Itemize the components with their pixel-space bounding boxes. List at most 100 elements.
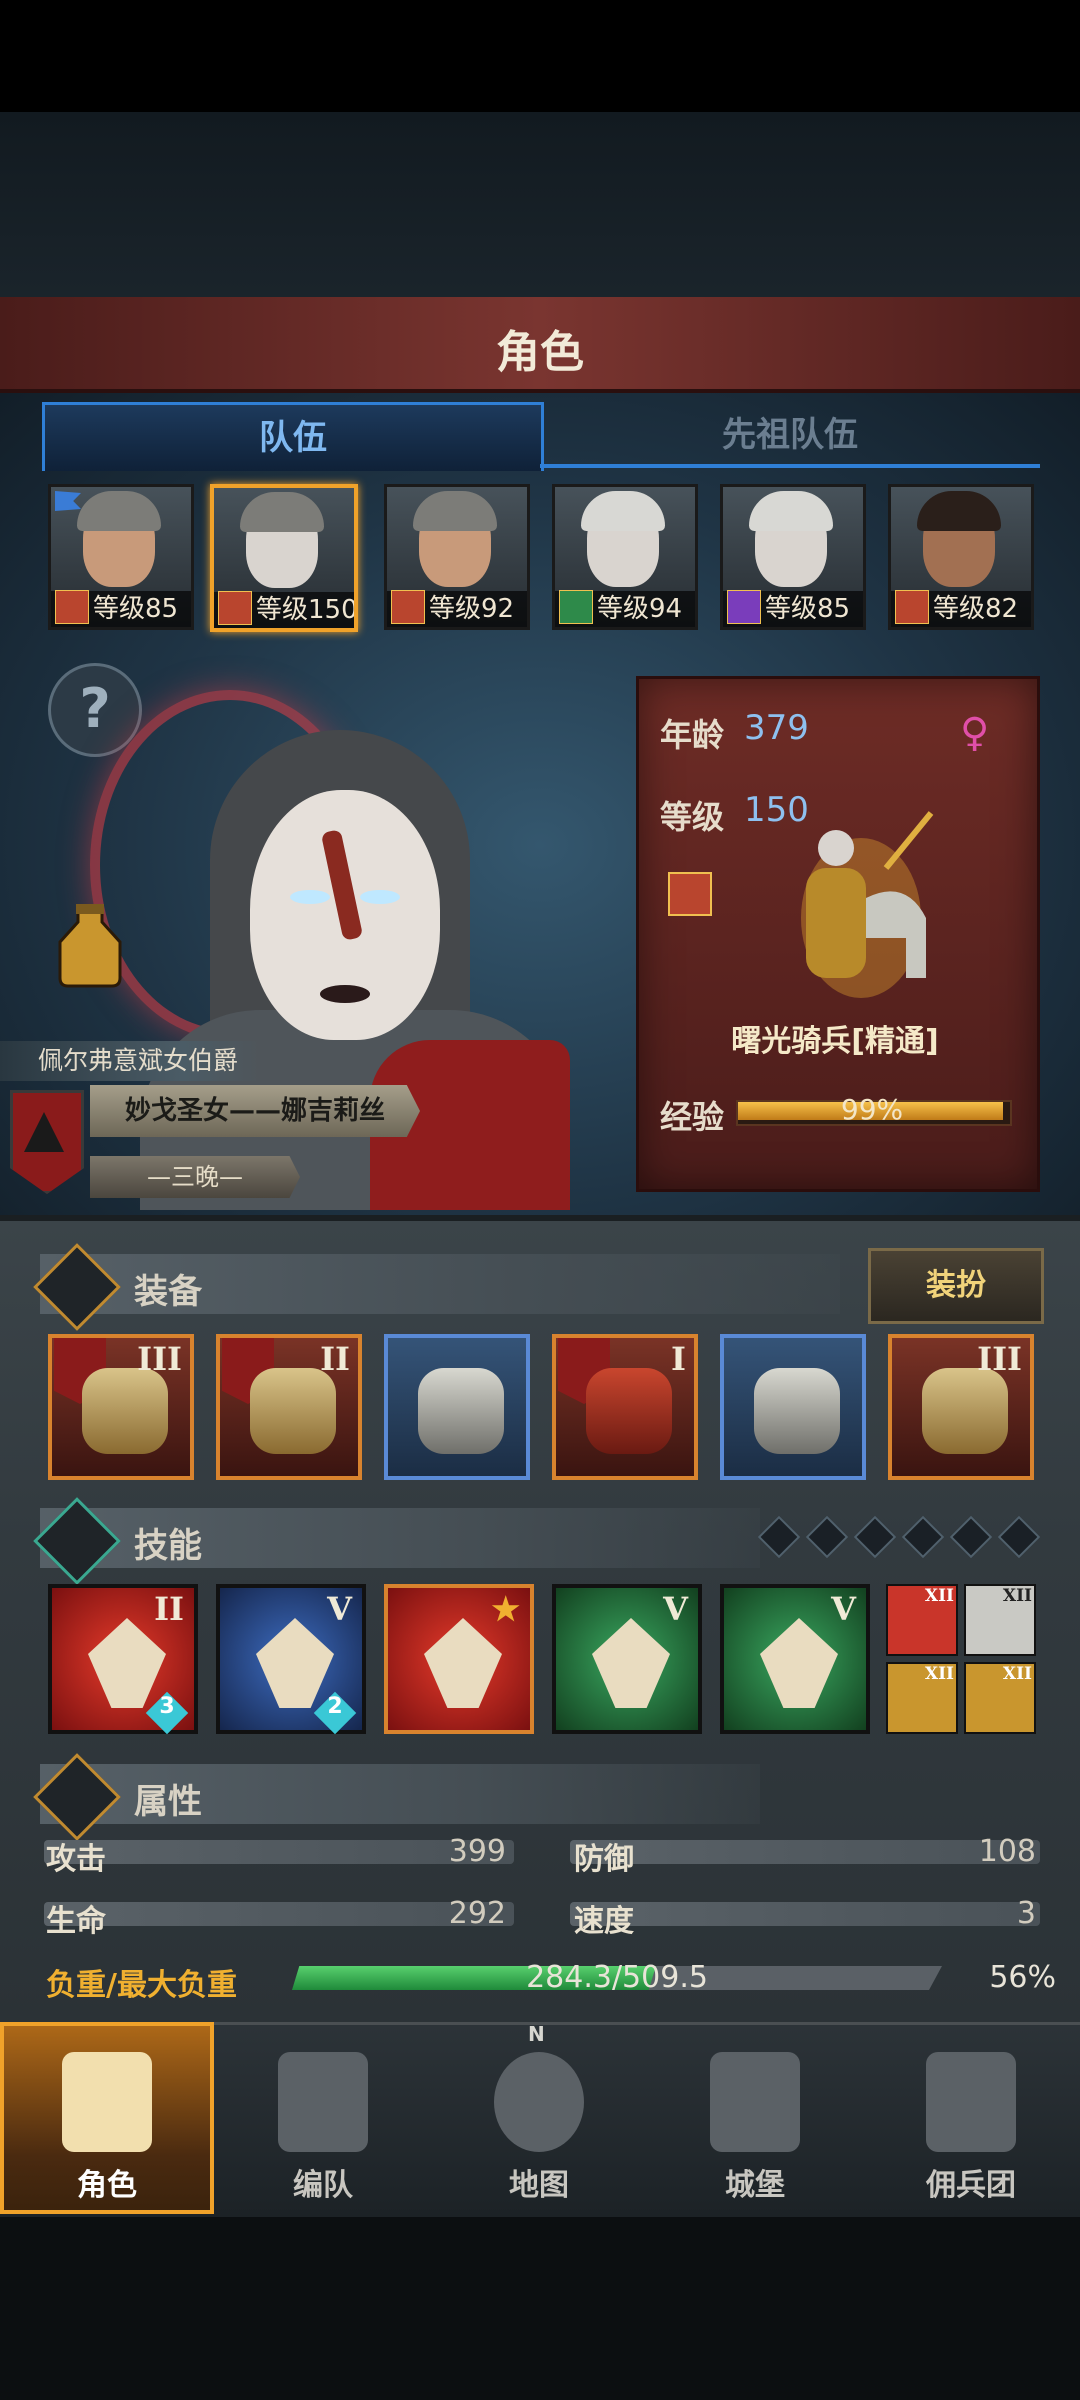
level-text: 等级92	[429, 594, 515, 624]
passive-rank: XII	[1002, 1664, 1032, 1684]
tab-team[interactable]: 队伍	[42, 402, 544, 471]
equip-slot-armor[interactable]: I	[552, 1334, 698, 1480]
knight-icon	[62, 2052, 152, 2152]
rider-skill-icon	[424, 1618, 502, 1708]
weapon-icon	[82, 1368, 168, 1454]
level-label: 等级85	[51, 590, 191, 627]
crystal-burst-skill-icon	[592, 1618, 670, 1708]
skill-slot-4[interactable]: V	[552, 1584, 702, 1734]
level-text: 等级150	[256, 595, 358, 625]
passive-shield-skill[interactable]: XII	[964, 1584, 1036, 1656]
load-value: 284.3/509.5	[526, 1960, 708, 1995]
hp-value: 292	[448, 1896, 506, 1931]
skill-slot-2[interactable]: V2	[216, 1584, 366, 1735]
skill-slot-3[interactable]: ★	[384, 1584, 534, 1734]
skill-slot-1[interactable]: II 3	[48, 1584, 198, 1735]
level-text: 等级82	[933, 594, 1019, 624]
level-label: 等级150	[214, 591, 354, 628]
compass-north-label: N	[528, 2022, 545, 2046]
age-value: 379	[744, 708, 809, 748]
load-label: 负重/最大负重	[46, 1968, 237, 2003]
class-horse-icon	[668, 872, 712, 916]
defense-label: 防御	[574, 1842, 634, 1877]
class-name: 曙光骑兵[精通]	[731, 1024, 939, 1059]
passive-armor-skill[interactable]: XII	[886, 1662, 958, 1734]
class-horse-icon	[391, 590, 425, 624]
hero-title: 佩尔弗意斌女伯爵	[0, 1041, 260, 1081]
portrait-hair	[240, 492, 324, 532]
nav-mercenary[interactable]: 佣兵团	[864, 2022, 1078, 2214]
skill-rank: II	[154, 1590, 184, 1628]
nav-label: 佣兵团	[926, 2168, 1016, 2203]
speed-value: 3	[1016, 1896, 1036, 1931]
defense-value: 108	[978, 1834, 1036, 1869]
tab-ancestor-team[interactable]: 先祖队伍	[540, 402, 1040, 468]
attributes-title: 属性	[134, 1782, 202, 1822]
age-label: 年龄	[660, 716, 725, 754]
slot-rank: III	[137, 1340, 182, 1378]
helmet-icon	[418, 1368, 504, 1454]
female-icon: ♀	[960, 710, 990, 756]
exp-percent: 99%	[840, 1093, 904, 1126]
hp-label: 生命	[46, 1904, 106, 1939]
party-member-1[interactable]: 等级85	[48, 484, 194, 630]
dress-up-button[interactable]: 装扮	[868, 1248, 1044, 1324]
skill-rank: V	[327, 1590, 352, 1628]
skill-rank: V	[663, 1590, 688, 1628]
gem-count: 2	[327, 1694, 343, 1719]
portrait-hair	[749, 491, 833, 531]
equip-slot-helmet[interactable]	[384, 1334, 530, 1480]
nav-label: 编队	[293, 2168, 353, 2203]
class-horse-icon	[55, 590, 89, 624]
help-button[interactable]: ?	[48, 663, 142, 757]
slot-rank: III	[977, 1340, 1022, 1378]
nav-map[interactable]: 地图	[432, 2022, 646, 2214]
nav-castle[interactable]: 城堡	[648, 2022, 862, 2214]
portrait-hair	[413, 491, 497, 531]
equipment-title: 装备	[134, 1272, 202, 1312]
hero-eye-left	[290, 890, 330, 904]
class-staff-icon	[727, 590, 761, 624]
party-member-4[interactable]: 等级94	[552, 484, 698, 630]
passive-rank: XII	[1002, 1586, 1032, 1606]
gem-count: 3	[159, 1694, 175, 1719]
nav-formation[interactable]: 编队	[216, 2022, 430, 2214]
page-title: 角色	[496, 327, 584, 378]
equip-slot-horn[interactable]: III	[888, 1334, 1034, 1480]
class-horse-icon	[218, 591, 252, 625]
skill-rank: V	[831, 1590, 856, 1628]
party-member-6[interactable]: 等级82	[888, 484, 1034, 630]
party-member-5[interactable]: 等级85	[720, 484, 866, 630]
nav-label: 地图	[509, 2168, 569, 2203]
party-member-2[interactable]: 等级150	[210, 484, 358, 632]
equip-slot-boots[interactable]	[720, 1334, 866, 1480]
slot-rank: I	[671, 1340, 686, 1378]
compass-icon	[494, 2052, 584, 2152]
hero-subtitle: —三晚—	[90, 1156, 300, 1198]
equip-slot-shield[interactable]: II	[216, 1334, 362, 1480]
passive-armor-skill-2[interactable]: XII	[964, 1662, 1036, 1734]
skill-rank: ★	[491, 1590, 520, 1628]
hero-eye-right	[360, 890, 400, 904]
passive-rank: XII	[924, 1586, 954, 1606]
status-bar-area	[0, 0, 1080, 112]
knight-class-icon	[801, 811, 934, 998]
party-member-3[interactable]: 等级92	[384, 484, 530, 630]
mercenary-tower-icon	[926, 2052, 1016, 2152]
equip-slot-weapon[interactable]: III	[48, 1334, 194, 1480]
flag-icon	[55, 491, 81, 511]
speed-label: 速度	[574, 1904, 634, 1939]
portrait-hair	[581, 491, 665, 531]
portrait-hair	[77, 491, 161, 531]
level-label: 等级85	[723, 590, 863, 627]
boots-icon	[754, 1368, 840, 1454]
skill-slot-5[interactable]: V	[720, 1584, 870, 1734]
level-label: 等级94	[555, 590, 695, 627]
level-label: 等级92	[387, 590, 527, 627]
slot-rank: II	[320, 1340, 350, 1378]
potion-icon[interactable]	[46, 902, 134, 990]
load-percent: 56%	[989, 1960, 1056, 1995]
nav-character[interactable]: 角色	[0, 2022, 214, 2214]
bottom-empty-area	[0, 2217, 1080, 2400]
passive-sword-skill[interactable]: XII	[886, 1584, 958, 1656]
